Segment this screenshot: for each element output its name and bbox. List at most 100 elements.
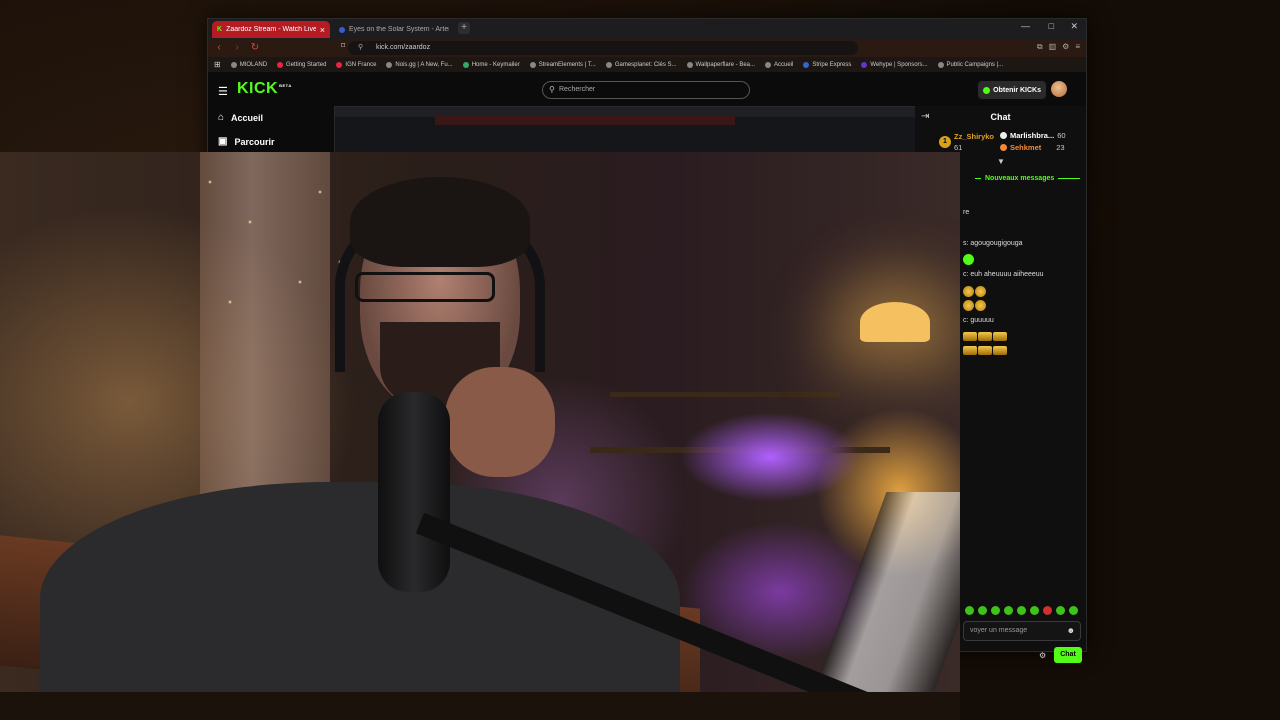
emote-icon [993, 332, 1007, 341]
hamburger-icon[interactable]: ☰ [218, 85, 228, 98]
tab-solar-system[interactable]: Eyes on the Solar System - Artemis I [334, 21, 454, 38]
leader-name: Marlishbra... [1010, 131, 1055, 140]
expand-leaderboard-icon[interactable]: ▼ [997, 157, 1005, 166]
leader-count: 23 [1056, 143, 1065, 152]
emote-icon[interactable] [1043, 606, 1052, 615]
browser-toolbar: ⧉ ▥ ⚙ ≡ [1037, 42, 1080, 52]
kick-header: ☰ KICKBETA ⚲ Rechercher Obtenir KICKs [208, 72, 1086, 108]
emote-icon[interactable] [965, 606, 974, 615]
emote-icon [963, 346, 977, 355]
sidebar-icon[interactable]: ▥ [1049, 42, 1057, 52]
tab-strip: K Zaardoz Stream - Watch Live on × Eyes … [208, 19, 1086, 39]
nav-label: Accueil [231, 112, 264, 123]
menu-icon[interactable]: ≡ [1075, 42, 1080, 52]
settings-icon[interactable]: ⚙ [1062, 42, 1069, 52]
leader-avatar-icon [1000, 132, 1007, 139]
bookmark-item[interactable]: Nois.gg | A New, Fu... [386, 61, 453, 68]
bookmark-item[interactable]: StreamElements | T... [529, 61, 596, 68]
rank-badge: 1 [939, 136, 951, 148]
emote-icon[interactable] [1030, 606, 1039, 615]
emote-icon [978, 332, 992, 341]
close-window-icon[interactable]: ✕ [1070, 21, 1078, 32]
chat-message [963, 346, 1008, 355]
obtain-kicks-button[interactable]: Obtenir KICKs [978, 81, 1046, 99]
nasa-favicon-icon [339, 26, 345, 33]
chat-input[interactable]: voyer un message ☻ [963, 621, 1081, 641]
search-placeholder: Rechercher [559, 86, 596, 93]
emote-icon[interactable] [1069, 606, 1078, 615]
bookmarks-bar: ⊞ MIOLAND Getting Started IGN France Noi… [208, 57, 1086, 72]
new-tab-button[interactable]: + [458, 22, 470, 34]
avatar[interactable] [1051, 81, 1067, 97]
tab-kick-stream[interactable]: K Zaardoz Stream - Watch Live on × [212, 21, 330, 38]
minimize-icon[interactable]: — [1021, 21, 1030, 31]
forward-icon[interactable]: › [230, 41, 244, 55]
chat-message: c: guuuuu [963, 317, 994, 324]
nav-label: Parcourir [234, 136, 275, 147]
maximize-icon[interactable]: □ [1049, 21, 1054, 31]
new-messages-divider[interactable]: Nouveaux messages [975, 175, 1080, 182]
emote-icon [978, 346, 992, 355]
chat-message [963, 332, 1008, 341]
url-input[interactable]: ⚲ kick.com/zaardoz [348, 41, 858, 55]
emote-icon[interactable] [1004, 606, 1013, 615]
kicks-coin-icon [983, 86, 991, 94]
emote-icon [975, 286, 986, 297]
obtain-kicks-label: Obtenir KICKs [993, 86, 1041, 94]
url-text: kick.com/zaardoz [376, 44, 431, 51]
leaderboard-entry[interactable]: Marlishbra... 60 [1000, 131, 1066, 140]
nav-item-home[interactable]: ⌂ Accueil [218, 112, 263, 123]
gear-icon[interactable]: ⚙ [1039, 651, 1046, 660]
emote-icon [975, 300, 986, 311]
reload-icon[interactable]: ↻ [248, 41, 262, 55]
bookmark-item[interactable]: Getting Started [277, 61, 326, 68]
chat-message: re [963, 209, 970, 216]
bookmark-item[interactable]: Wehype | Sponsors... [861, 61, 928, 68]
leader-avatar-icon [1000, 144, 1007, 151]
chat-message [963, 286, 987, 297]
side-nav: ⌂ Accueil ▣ Parcourir [208, 108, 328, 158]
bookmark-item[interactable]: Public Campaigns |... [937, 61, 1003, 68]
emote-icon[interactable] [1056, 606, 1065, 615]
emote-icon[interactable] [978, 606, 987, 615]
chat-message [963, 300, 987, 311]
leader-name: Zz_Shiryko [954, 132, 995, 141]
emote-icon[interactable] [1017, 606, 1026, 615]
bookmark-icon[interactable]: ⌑ [341, 41, 345, 50]
emote-icon[interactable] [991, 606, 1000, 615]
bookmark-item[interactable]: Stripe Express [803, 61, 851, 68]
stream-preview[interactable] [334, 106, 916, 156]
tab-title: Zaardoz Stream - Watch Live on [226, 26, 317, 33]
kick-logo[interactable]: KICKBETA [237, 80, 292, 98]
leader-name: Sehkmet [1010, 143, 1042, 152]
tab-title: Eyes on the Solar System - Artemis I [349, 26, 449, 33]
browse-icon: ▣ [218, 136, 228, 147]
nav-item-browse[interactable]: ▣ Parcourir [218, 136, 274, 147]
bookmark-item[interactable]: Home - Keymailer [462, 61, 520, 68]
apps-icon[interactable]: ⊞ [214, 60, 221, 69]
bookmark-item[interactable]: MIOLAND [230, 61, 267, 68]
search-icon: ⚲ [549, 85, 555, 94]
bookmark-item[interactable]: Wallpaperflare - Bea... [686, 61, 755, 68]
send-chat-button[interactable]: Chat [1054, 647, 1082, 663]
search-input[interactable]: ⚲ Rechercher [542, 81, 750, 99]
bookmark-item[interactable]: IGN France [336, 61, 376, 68]
back-icon[interactable]: ‹ [212, 41, 226, 55]
extensions-icon[interactable]: ⧉ [1037, 42, 1043, 52]
site-settings-icon[interactable]: ⚲ [358, 41, 363, 55]
emote-icon [963, 300, 974, 311]
close-icon[interactable]: × [320, 25, 325, 35]
leader-count: 60 [1057, 131, 1066, 140]
emote-icon [963, 254, 974, 265]
leaderboard-entry[interactable]: 1 Zz_Shiryko 61 [939, 131, 994, 153]
bookmark-item[interactable]: Accueil [765, 61, 793, 68]
bookmark-item[interactable]: Gamesplanet: Clés S... [605, 61, 677, 68]
new-messages-label: Nouveaux messages [985, 175, 1055, 182]
emoji-picker-icon[interactable]: ☻ [1067, 622, 1075, 640]
leaderboard-entry[interactable]: Sehkmet 23 [1000, 143, 1065, 152]
chat-title: Chat [990, 112, 1011, 122]
chat-message: s: agougougigouga [963, 240, 1023, 247]
emote-icon [963, 286, 974, 297]
kick-favicon-icon: K [217, 26, 223, 33]
emote-icon [963, 332, 977, 341]
